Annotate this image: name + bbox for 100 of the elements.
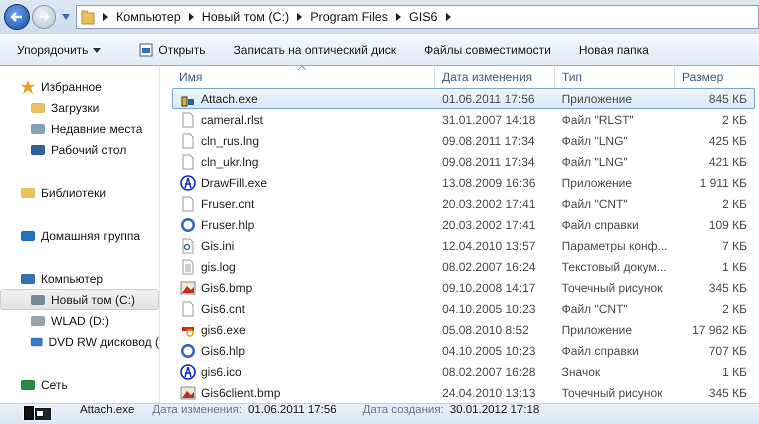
nav-item[interactable]: Рабочий стол — [0, 139, 159, 160]
type-cell-text: Текстовый докум... — [560, 260, 668, 274]
file-row[interactable]: Gis6.bmp 09.10.2008 14:17 Точечный рисунок 345 КБ — [172, 277, 755, 298]
date-cell-text: 04.10.2005 10:23 — [441, 302, 536, 316]
history-dropdown-icon[interactable] — [62, 14, 70, 20]
breadcrumb[interactable]: GIS6 — [409, 10, 438, 24]
chevron-icon[interactable] — [297, 13, 302, 21]
file-row[interactable]: gis6.ico 08.02.2007 16:28 Значок 1 КБ — [172, 361, 755, 382]
nav-item[interactable]: Недавние места — [0, 118, 159, 139]
file-name-text: gis6.ico — [201, 364, 242, 378]
type-cell-text: Приложение — [560, 92, 634, 106]
date-cell-text: 01.06.2011 17:56 — [441, 92, 536, 106]
file-row[interactable]: gis6.exe 05.08.2010 8:52 Приложение 17 962 КБ — [172, 319, 755, 340]
size-cell-text: 1 911 КБ — [698, 176, 748, 190]
size-cell-text: 17 962 КБ — [691, 322, 748, 336]
status-value: 30.01.2012 17:18 — [450, 404, 540, 416]
file-name-text: cln_ukr.lng — [201, 154, 258, 168]
size-cell-text: 1 КБ — [721, 364, 748, 378]
nav-item[interactable]: DVD RW дисковод ( — [0, 331, 159, 352]
column-header[interactable]: Размер — [675, 66, 755, 88]
chevron-icon[interactable] — [446, 13, 450, 21]
type-cell-text: Приложение — [560, 176, 634, 190]
date-cell-text: 09.08.2011 17:34 — [441, 154, 536, 168]
file-name-text: cln_rus.lng — [201, 134, 260, 148]
file-name-text: DrawFill.exe — [201, 176, 268, 190]
file-row[interactable]: cameral.rlst 31.01.2007 14:18 Файл "RLST" 2 КБ — [172, 109, 755, 130]
type-cell-text: Параметры конф... — [560, 238, 669, 252]
file-row[interactable]: Attach.exe 01.06.2011 17:56 Приложение 845 КБ — [172, 88, 755, 109]
file-name-text: Fruser.hlp — [201, 218, 254, 232]
organize-button[interactable]: Упорядочить — [0, 35, 116, 65]
size-cell-text: 2 КБ — [721, 112, 748, 126]
file-row[interactable]: Fruser.hlp 20.03.2002 17:41 Файл справки 109 КБ — [172, 214, 755, 235]
toolbar-button[interactable]: Файлы совместимости — [410, 35, 565, 65]
breadcrumb[interactable]: Компьютер — [116, 10, 181, 24]
address-field[interactable]: Компьютер Новый том (C:) Program Files GIS6 — [76, 5, 759, 29]
file-name-text: Gis6client.bmp — [201, 386, 280, 400]
file-row[interactable]: DrawFill.exe 13.08.2009 16:36 Приложение 1 911 КБ — [172, 172, 755, 193]
date-cell-text: 24.04.2010 13:13 — [441, 386, 536, 400]
arrow-right-icon — [38, 11, 50, 23]
breadcrumb[interactable]: Program Files — [310, 10, 388, 24]
file-row[interactable]: cln_ukr.lng 09.08.2011 17:34 Файл "LNG" 421 КБ — [172, 151, 755, 172]
file-icon — [180, 132, 196, 148]
size-cell-text: 845 КБ — [708, 92, 748, 106]
date-cell-text: 08.02.2007 16:24 — [441, 260, 536, 274]
size-cell-text: 345 КБ — [708, 386, 748, 400]
file-row[interactable]: Gis6client.bmp 24.04.2010 13:13 Точечный рисунок 345 КБ — [172, 382, 755, 403]
help-icon — [180, 342, 196, 358]
globe-icon — [180, 174, 196, 190]
status-label: Дата изменения: — [152, 404, 242, 416]
settings-icon — [180, 238, 196, 254]
file-name-text: Gis.ini — [201, 238, 234, 252]
size-cell-text: 7 КБ — [721, 238, 748, 252]
star-icon — [20, 78, 36, 94]
chevron-icon[interactable] — [396, 13, 401, 21]
chevron-icon[interactable] — [103, 13, 108, 21]
nav-group[interactable]: Библиотеки — [0, 182, 159, 203]
nav-item[interactable]: Новый том (C:) — [0, 289, 159, 310]
type-cell-text: Значок — [560, 364, 602, 378]
nav-group[interactable]: Домашняя группа — [0, 225, 159, 246]
file-name-text: Gis6.cnt — [201, 302, 246, 316]
breadcrumb[interactable]: Новый том (C:) — [202, 10, 290, 24]
nav-item[interactable]: WLAD (D:) — [0, 310, 159, 331]
file-name-text: Gis6.bmp — [201, 280, 252, 294]
globe-icon — [180, 364, 196, 380]
nav-group[interactable]: Избранное — [0, 76, 159, 97]
size-cell-text: 425 КБ — [708, 134, 748, 148]
file-row[interactable]: Gis6.cnt 04.10.2005 10:23 Файл "CNT" 2 КБ — [172, 298, 755, 319]
date-cell-text: 05.08.2010 8:52 — [441, 322, 530, 336]
file-row[interactable]: Gis.ini 12.04.2010 13:57 Параметры конф... 7 КБ — [172, 235, 755, 256]
date-cell-text: 12.04.2010 13:57 — [441, 238, 536, 252]
arrow-left-icon — [10, 10, 24, 24]
caret-icon — [93, 48, 102, 52]
nav-group[interactable]: Сеть — [0, 374, 159, 395]
date-cell-text: 08.02.2007 16:28 — [441, 364, 536, 378]
type-cell-text: Файл справки — [560, 344, 640, 358]
chevron-icon[interactable] — [188, 13, 194, 21]
file-name-text: cameral.rlst — [201, 112, 264, 126]
date-cell-text: 04.10.2005 10:23 — [441, 344, 536, 358]
help-icon — [180, 216, 196, 232]
size-cell-text: 707 КБ — [708, 344, 748, 358]
type-cell-text: Файл "LNG" — [560, 134, 629, 148]
file-icon — [180, 300, 196, 316]
file-name-text: gis6.exe — [201, 322, 246, 336]
type-cell-text: Точечный рисунок — [560, 280, 664, 294]
file-row[interactable]: gis.log 08.02.2007 16:24 Текстовый докум... 1 КБ — [172, 256, 755, 277]
size-cell-text: 2 КБ — [721, 196, 748, 210]
date-cell-text: 31.01.2007 14:18 — [441, 112, 536, 126]
file-row[interactable]: Fruser.cnt 20.03.2002 17:41 Файл "CNT" 2 КБ — [172, 193, 755, 214]
nav-item[interactable]: Загрузки — [0, 97, 159, 118]
toolbar-button[interactable]: Записать на оптический диск — [220, 35, 410, 65]
nav-group[interactable]: Компьютер — [0, 268, 159, 289]
date-cell-text: 13.08.2009 16:36 — [441, 176, 536, 190]
type-cell-text: Точечный рисунок — [560, 386, 664, 400]
toolbar-button[interactable]: Новая папка — [564, 35, 663, 65]
file-row[interactable]: cln_rus.lng 09.08.2011 17:34 Файл "LNG" 425 КБ — [172, 130, 755, 151]
toolbar-button[interactable]: Открыть — [125, 35, 220, 65]
back-button[interactable] — [4, 4, 30, 30]
type-cell-text: Файл "CNT" — [560, 302, 629, 316]
file-row[interactable]: Gis6.hlp 04.10.2005 10:23 Файл справки 707 КБ — [172, 340, 755, 361]
file-name-text: Gis6.hlp — [201, 344, 246, 358]
